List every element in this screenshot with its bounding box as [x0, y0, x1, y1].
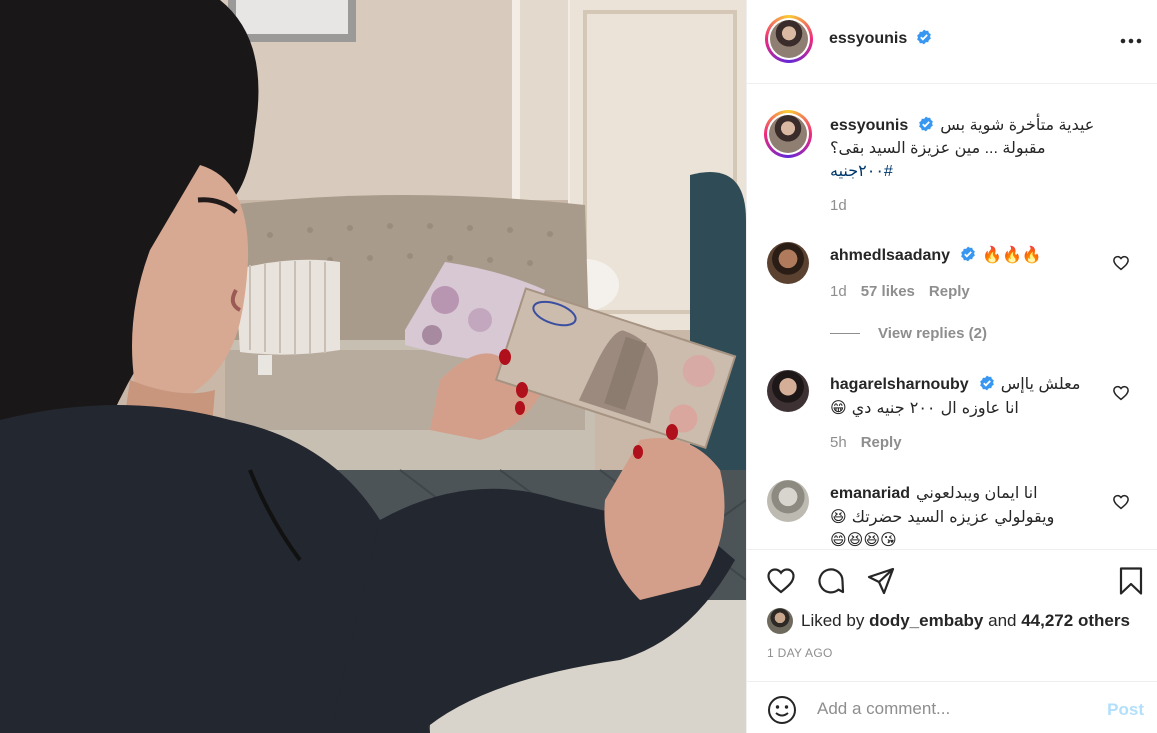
- post-date[interactable]: 1 DAY AGO: [767, 646, 833, 660]
- bookmark-icon[interactable]: [1115, 565, 1147, 597]
- emoji-icon[interactable]: [767, 695, 797, 725]
- post-actions-bar: [747, 549, 1157, 611]
- comment-likes[interactable]: 57 likes: [861, 283, 915, 300]
- comment-avatar[interactable]: [767, 370, 809, 412]
- comment-text-line-3: 😄😆😆😘: [830, 530, 897, 549]
- verified-badge-icon: [979, 375, 994, 391]
- caption-body: essyounis عيدية متأخرة شوية بس مقبولة ...…: [830, 114, 1120, 183]
- likes-summary[interactable]: Liked by dody_embaby and 44,272 others: [767, 606, 1130, 636]
- add-comment-bar: Post: [747, 681, 1157, 733]
- comment-meta: 5h Reply: [830, 434, 916, 451]
- comment-text-line-1: معلش ياإس: [1000, 376, 1081, 393]
- more-options-icon[interactable]: [1118, 28, 1144, 54]
- comment-input[interactable]: [817, 696, 1087, 722]
- instagram-post: essyounis essyounis عيدية متأخرة شوية بس…: [0, 0, 1157, 733]
- caption-author-avatar[interactable]: [764, 110, 812, 158]
- caption-hashtag[interactable]: #٢٠٠جنيه: [830, 160, 1120, 183]
- comment-age: 1d: [830, 283, 847, 300]
- comment-like-heart-icon[interactable]: [1112, 493, 1130, 511]
- caption-age: 1d: [830, 197, 847, 214]
- comment-username[interactable]: hagarelsharnouby: [830, 376, 969, 393]
- comment-avatar[interactable]: [767, 480, 809, 522]
- comments-list[interactable]: essyounis عيدية متأخرة شوية بس مقبولة ...…: [747, 85, 1157, 549]
- reply-button[interactable]: Reply: [861, 434, 902, 451]
- verified-badge-icon: [919, 116, 934, 132]
- author-name-wrap: essyounis: [829, 29, 932, 48]
- view-replies-button[interactable]: View replies (2): [830, 325, 987, 342]
- post-comment-button[interactable]: Post: [1107, 700, 1144, 720]
- comment-age: 5h: [830, 434, 847, 451]
- caption-meta: 1d: [830, 197, 861, 214]
- likes-user[interactable]: dody_embaby: [869, 611, 983, 631]
- comment-body: hagarelsharnouby معلش ياإس انا عاوزه ال ٢…: [830, 373, 1120, 419]
- view-replies-line: [830, 333, 860, 334]
- view-replies-label: View replies (2): [878, 325, 987, 342]
- post-header: essyounis: [747, 0, 1157, 84]
- author-username[interactable]: essyounis: [829, 30, 907, 47]
- post-photo[interactable]: [0, 0, 746, 733]
- verified-badge-icon: [961, 246, 975, 262]
- comment-text-line-2: انا عاوزه ال ٢٠٠ جنيه دي 😁: [830, 398, 1019, 417]
- comment-username[interactable]: emanariad: [830, 485, 910, 502]
- caption-line-1: عيدية متأخرة شوية بس: [940, 117, 1095, 134]
- post-side-panel: essyounis essyounis عيدية متأخرة شوية بس…: [746, 0, 1157, 733]
- verified-badge-icon: [916, 29, 931, 45]
- heart-icon[interactable]: [765, 565, 797, 597]
- photo-illustration: [0, 0, 746, 733]
- comment-icon[interactable]: [815, 565, 847, 597]
- comment-like-heart-icon[interactable]: [1112, 254, 1130, 272]
- comment-text-line-1: انا ايمان ويبدلعوني: [916, 485, 1038, 502]
- caption-username[interactable]: essyounis: [830, 117, 908, 134]
- comment-text: 🔥🔥🔥: [982, 245, 1042, 264]
- comment-body: ahmedlsaadany 🔥🔥🔥: [830, 243, 1120, 267]
- reply-button[interactable]: Reply: [929, 283, 970, 300]
- comment-text-line-2: ويقولولي عزيزه السيد حضرتك 😆: [830, 507, 1055, 526]
- likes-and: and: [988, 611, 1017, 630]
- author-avatar[interactable]: [765, 15, 813, 63]
- comment-meta: 1d 57 likes Reply: [830, 283, 984, 300]
- likes-count[interactable]: 44,272 others: [1021, 611, 1130, 631]
- caption-line-2: مقبولة ... مين عزيزة السيد بقى؟: [830, 140, 1046, 157]
- comment-username[interactable]: ahmedlsaadany: [830, 247, 950, 264]
- comment-body: emanariad انا ايمان ويبدلعوني ويقولولي عز…: [830, 482, 1120, 549]
- comment-like-heart-icon[interactable]: [1112, 384, 1130, 402]
- comment-avatar[interactable]: [767, 242, 809, 284]
- likes-prefix: Liked by: [801, 611, 865, 630]
- send-icon[interactable]: [865, 565, 897, 597]
- liker-avatar: [767, 608, 793, 634]
